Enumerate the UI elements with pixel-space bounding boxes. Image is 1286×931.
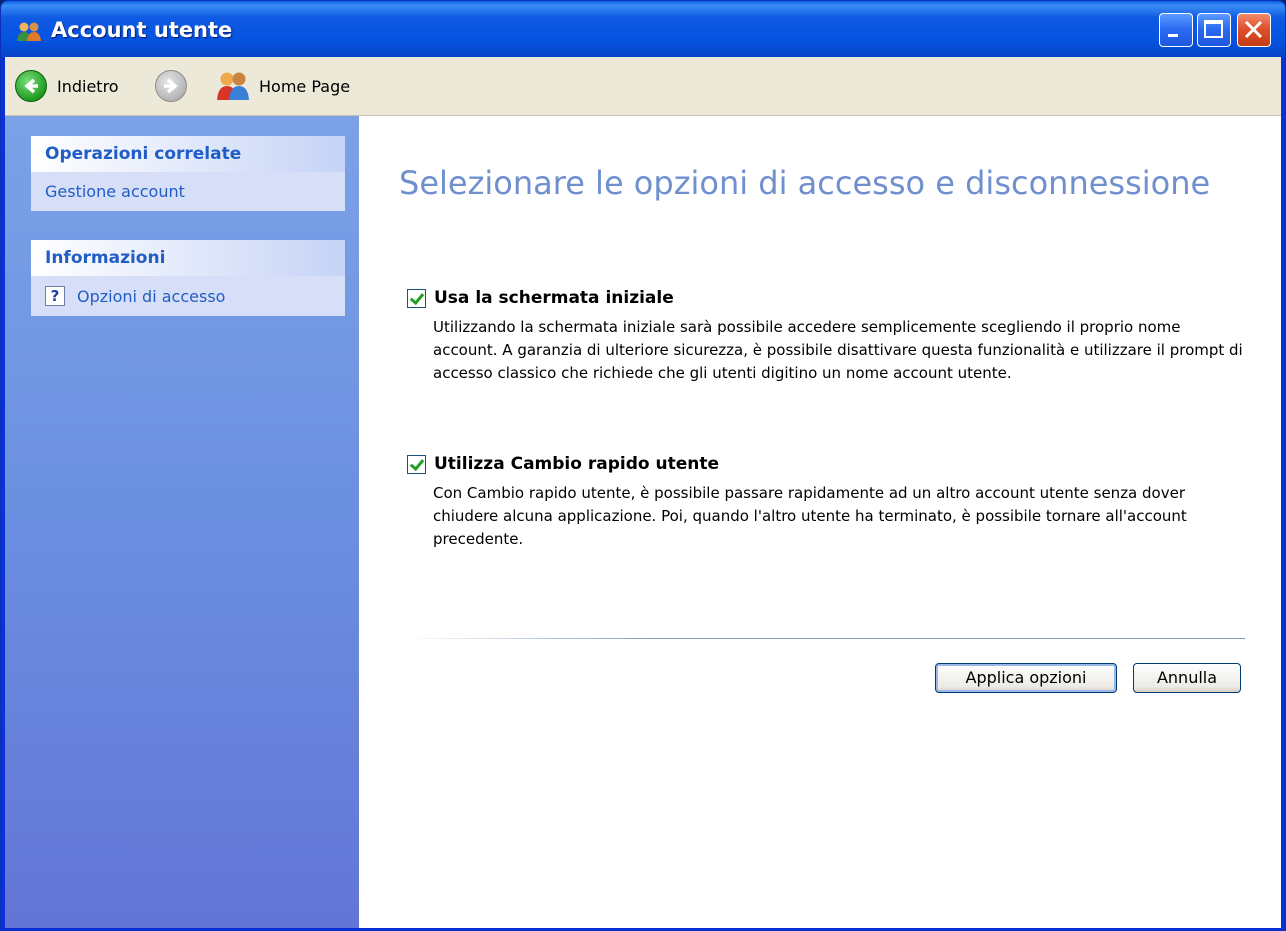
main-content: Selezionare le opzioni di accesso e disc… (359, 116, 1281, 928)
navigation-toolbar: Indietro Home Page (5, 57, 1281, 116)
fast-user-switching-checkbox[interactable] (407, 454, 426, 474)
forward-arrow-icon (155, 70, 187, 102)
minimize-icon (1168, 34, 1178, 37)
welcome-screen-option: Usa la schermata iniziale Utilizzando la… (407, 288, 1267, 385)
home-page-button[interactable]: Home Page (215, 68, 350, 104)
help-icon: ? (45, 286, 65, 306)
title-bar[interactable]: Account utente (1, 1, 1285, 57)
client-area: Indietro Home Page Operazioni correlate … (5, 57, 1281, 928)
information-body: ? Opzioni di accesso (31, 276, 345, 316)
window-title: Account utente (51, 18, 233, 42)
information-panel: Informazioni ? Opzioni di accesso (31, 240, 345, 316)
logon-options-link[interactable]: ? Opzioni di accesso (31, 276, 345, 316)
maximize-icon (1204, 20, 1223, 38)
welcome-screen-description: Utilizzando la schermata iniziale sarà p… (433, 318, 1243, 382)
maximize-button[interactable] (1197, 13, 1231, 47)
logon-options-label: Opzioni di accesso (77, 286, 226, 306)
welcome-screen-label[interactable]: Usa la schermata iniziale (434, 288, 674, 308)
close-button[interactable] (1237, 13, 1271, 47)
home-page-label: Home Page (259, 76, 351, 96)
related-tasks-body: Gestione account (31, 172, 345, 211)
close-icon (1244, 20, 1263, 39)
users-icon (17, 22, 41, 41)
cancel-button[interactable]: Annulla (1133, 663, 1241, 693)
back-button[interactable]: Indietro (15, 68, 119, 104)
page-title: Selezionare le opzioni di accesso e disc… (399, 164, 1211, 202)
related-tasks-panel: Operazioni correlate Gestione account (31, 136, 345, 211)
separator (407, 638, 1245, 639)
apply-options-button[interactable]: Applica opzioni (935, 663, 1117, 693)
minimize-button[interactable] (1159, 13, 1193, 47)
manage-accounts-link[interactable]: Gestione account (31, 172, 345, 211)
task-sidebar: Operazioni correlate Gestione account In… (5, 116, 359, 928)
related-tasks-header: Operazioni correlate (31, 136, 345, 172)
forward-button[interactable] (155, 68, 187, 104)
welcome-screen-checkbox[interactable] (407, 288, 426, 308)
information-header: Informazioni (31, 240, 345, 276)
fast-user-switching-label[interactable]: Utilizza Cambio rapido utente (434, 454, 719, 474)
users-home-icon (217, 72, 249, 100)
fast-user-switching-option: Utilizza Cambio rapido utente Con Cambio… (407, 454, 1267, 551)
account-window: Account utente Indietro Home Page Operaz… (0, 0, 1286, 931)
fast-user-switching-description: Con Cambio rapido utente, è possibile pa… (433, 484, 1187, 548)
back-arrow-icon (15, 70, 47, 102)
back-label: Indietro (57, 76, 119, 96)
